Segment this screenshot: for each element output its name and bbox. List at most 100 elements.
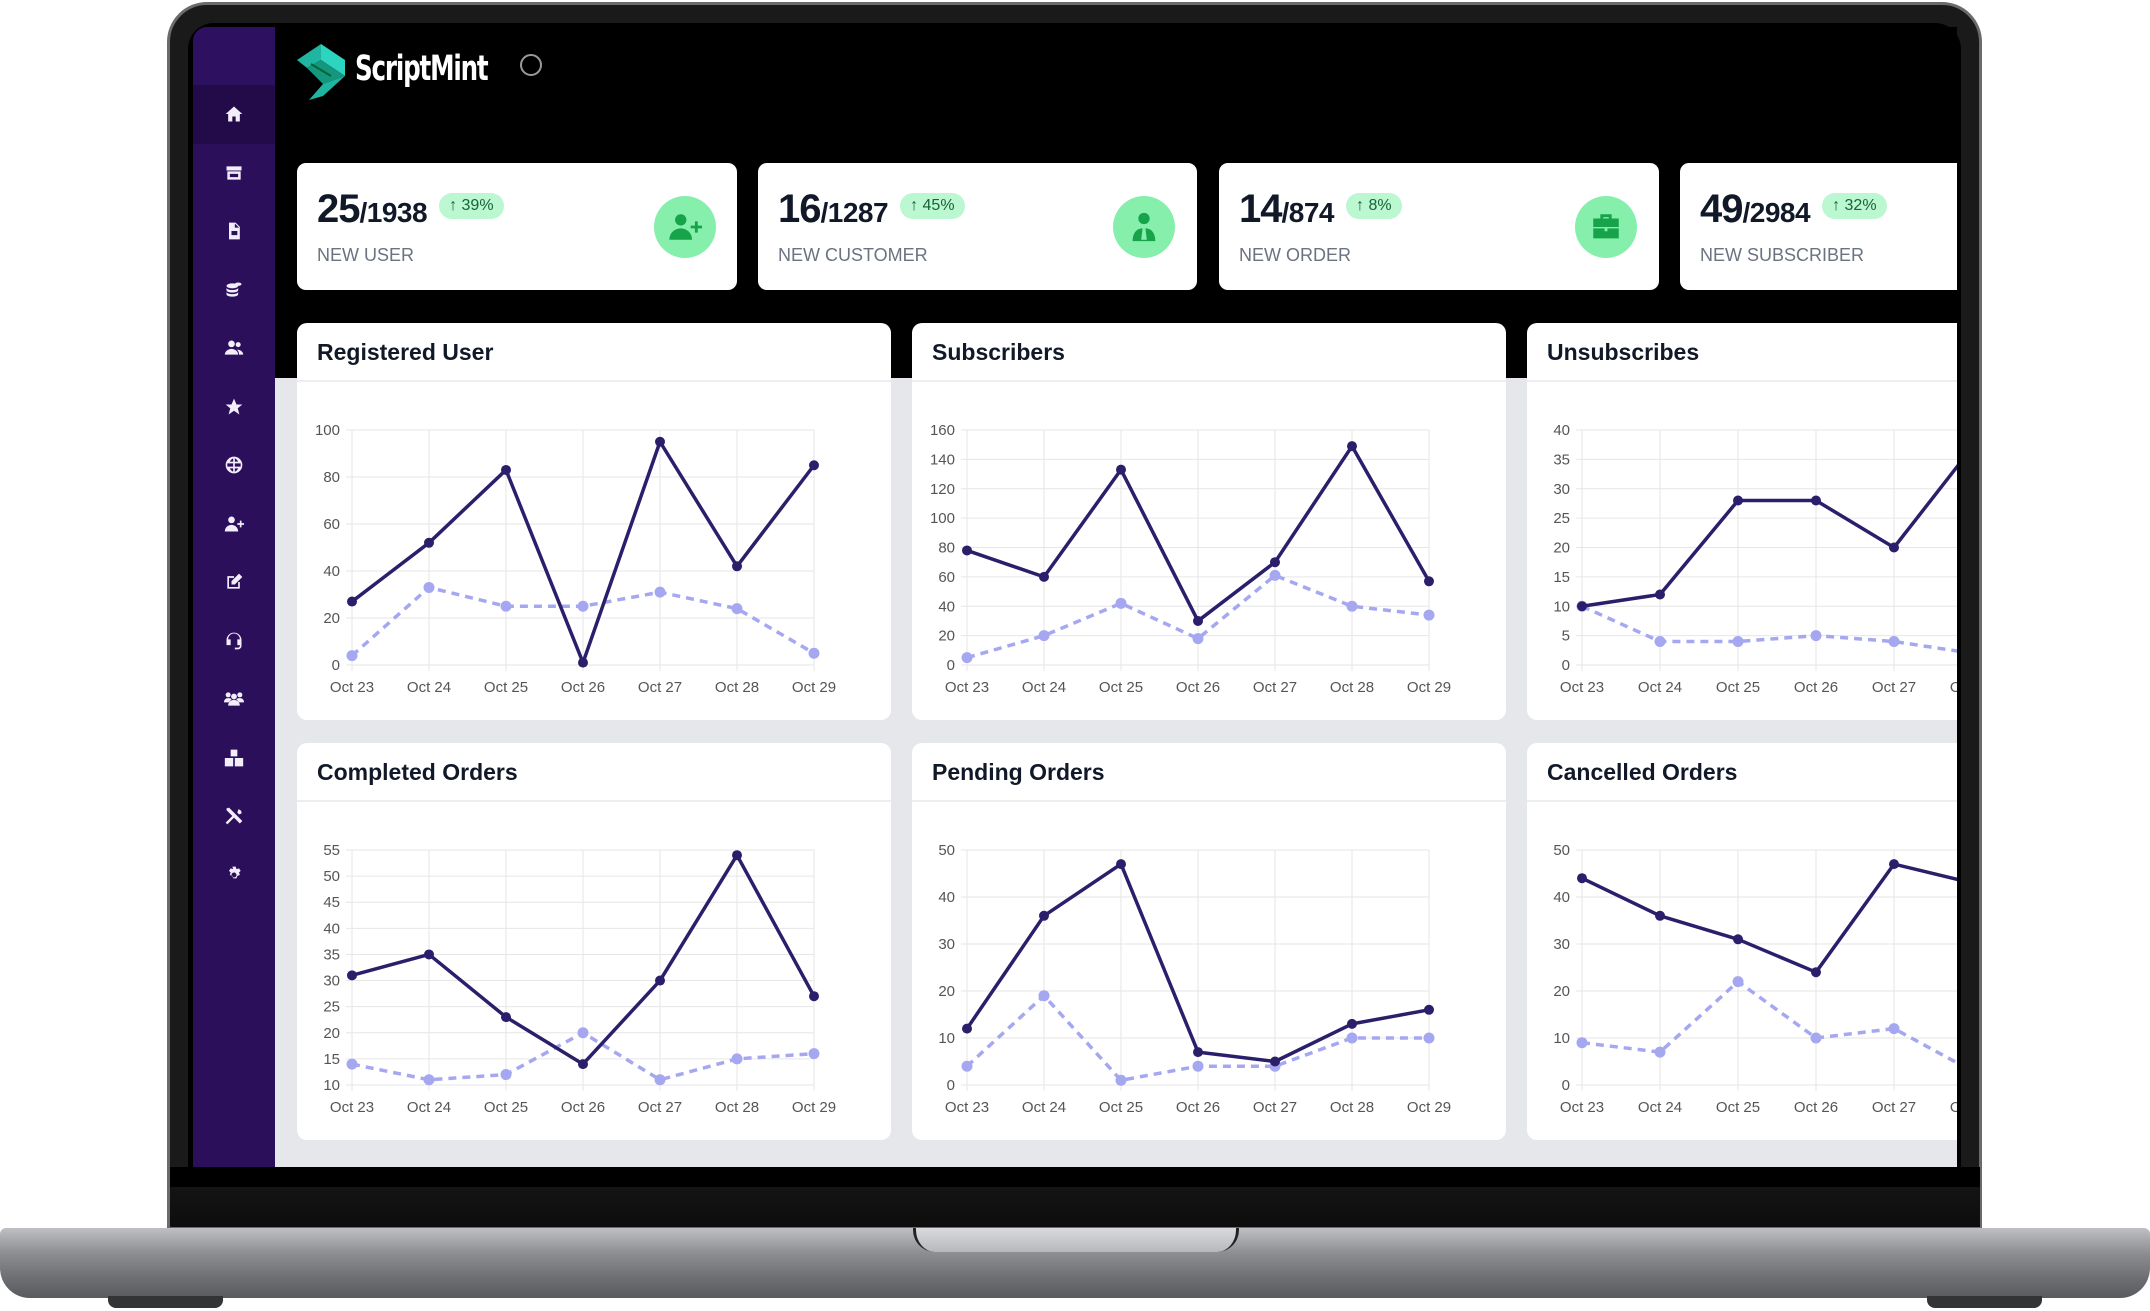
x-tick-label: Oct 24 [1638, 1099, 1682, 1116]
y-tick-label: 30 [323, 973, 340, 990]
x-tick-label: Oct 28 [1330, 1099, 1374, 1116]
y-tick-label: 10 [1553, 598, 1570, 615]
sidebar-item-add-user[interactable] [193, 495, 275, 554]
x-tick-label: Oct 27 [1253, 1099, 1297, 1116]
stat-label: NEW CUSTOMER [778, 245, 928, 265]
sidebar-item-home[interactable] [193, 85, 275, 144]
stat-icon [1575, 196, 1637, 258]
chart-title: Cancelled Orders [1547, 759, 1738, 785]
theme-toggle[interactable] [520, 54, 542, 76]
series-line-secondary [1581, 979, 1957, 1065]
y-tick-label: 20 [1553, 540, 1570, 557]
sidebar-item-settings[interactable] [193, 846, 275, 905]
registered-user-chart: 0 20 40 60 80 100 Oct 23 Oct 24 Oct 25 Oct 26 Oct … [315, 422, 836, 696]
chart-title: Unsubscribes [1547, 339, 1700, 365]
y-tick-label: 120 [930, 481, 955, 498]
x-tick-label: Oct 24 [1022, 679, 1066, 696]
data-point-secondary [1115, 597, 1127, 609]
data-point-primary [1039, 571, 1049, 582]
y-tick-label: 35 [1553, 451, 1570, 468]
sidebar-item-inventory[interactable] [193, 729, 275, 788]
sidebar-item-team[interactable] [193, 670, 275, 729]
y-tick-label: 0 [332, 657, 340, 674]
data-point-secondary [577, 1027, 589, 1039]
stat-value: 49 [1700, 187, 1743, 231]
y-tick-label: 20 [323, 610, 340, 627]
data-point-secondary [1423, 1032, 1435, 1044]
sidebar-item-favorites[interactable] [193, 378, 275, 437]
chart-card-registered-user: Registered User 0 20 40 60 80 100 Oct 23 Oct 24… [297, 323, 891, 720]
x-tick-label: Oct 27 [1872, 1099, 1916, 1116]
y-tick-label: 30 [1553, 481, 1570, 498]
stat-total: /2984 [1742, 197, 1811, 228]
data-point-primary [1039, 910, 1049, 921]
sidebar-item-finance[interactable] [193, 261, 275, 320]
sidebar-item-store[interactable] [193, 144, 275, 203]
x-tick-label: Oct 23 [1560, 1099, 1604, 1116]
sidebar-item-users[interactable] [193, 319, 275, 378]
x-tick-label: Oct 23 [945, 1099, 989, 1116]
stat-card-new-user: 25/1938 ↑ 39% NEW USER [297, 163, 737, 290]
brand-logo[interactable]: ScriptMint [297, 38, 525, 100]
completed-orders-chart: 10 15 20 25 30 35 40 45 50 55 Oct 23 Oct 24 Oct 25 Oc… [323, 842, 836, 1116]
y-tick-label: 20 [938, 983, 955, 1000]
x-tick-label: Oct 23 [330, 679, 374, 696]
chart-title: Pending Orders [932, 759, 1105, 785]
y-tick-label: 50 [938, 842, 955, 859]
chart-card-pending-orders: Pending Orders 0 10 20 30 40 50 Oct 23 Oct 24 Oc… [912, 743, 1506, 1140]
data-point-primary [1193, 1047, 1203, 1058]
chart-title: Completed Orders [317, 759, 518, 785]
x-tick-label: Oct 24 [407, 1099, 451, 1116]
y-tick-label: 80 [323, 469, 340, 486]
series-line-secondary [1581, 604, 1957, 653]
data-point-secondary [654, 1074, 666, 1086]
stat-change-badge: ↑ 39% [439, 192, 504, 219]
sidebar-item-website[interactable] [193, 436, 275, 495]
data-point-primary [347, 596, 357, 607]
laptop-notch [913, 1228, 1239, 1252]
data-point-secondary [1888, 636, 1900, 647]
coins-icon [226, 282, 242, 297]
x-tick-label: Oct 28 [715, 679, 759, 696]
sidebar-item-tools[interactable] [193, 787, 275, 846]
x-tick-label: Oct 25 [1716, 679, 1760, 696]
subscribers-chart: 0 20 40 60 80 100 120 140 160 Oct 23 Oct 24 Oct 25 O… [930, 422, 1451, 696]
data-point-secondary [500, 1069, 512, 1081]
y-tick-label: 0 [1562, 657, 1570, 674]
sidebar-item-documents[interactable] [193, 202, 275, 261]
user-plus-icon [224, 516, 244, 532]
stat-card-new-order: 14/874 ↑ 8% NEW ORDER [1219, 163, 1659, 290]
data-point-secondary [1810, 630, 1822, 642]
y-tick-label: 40 [938, 598, 955, 615]
x-tick-label: Oct 25 [484, 679, 528, 696]
y-tick-label: 0 [1562, 1077, 1570, 1094]
sidebar-item-support[interactable] [193, 612, 275, 671]
chart-title: Subscribers [932, 339, 1065, 365]
data-point-primary [1193, 615, 1203, 626]
y-tick-label: 25 [1553, 510, 1570, 527]
data-point-secondary [1192, 1060, 1204, 1072]
store-icon [226, 166, 242, 180]
stat-card-new-customer: 16/1287 ↑ 45% NEW CUSTOMER [758, 163, 1197, 290]
x-tick-label: Oct 29 [1407, 679, 1451, 696]
data-point-primary [1811, 967, 1821, 978]
x-tick-label: Oct 27 [1253, 679, 1297, 696]
data-point-secondary [1576, 1037, 1588, 1049]
x-tick-label: Oct 28 [1330, 679, 1374, 696]
data-point-primary [1347, 1018, 1357, 1029]
stat-icon [654, 196, 716, 258]
x-tick-label: Oct 28 [1950, 1099, 1957, 1116]
data-point-primary [1116, 464, 1126, 475]
sidebar-item-edit[interactable] [193, 553, 275, 612]
data-point-primary [1655, 910, 1665, 921]
data-point-primary [1733, 495, 1743, 506]
y-tick-label: 0 [947, 657, 955, 674]
data-point-secondary [1732, 976, 1744, 988]
boxes-icon [224, 749, 244, 767]
y-tick-label: 15 [323, 1051, 340, 1068]
data-point-secondary [1888, 1023, 1900, 1035]
scriptmint-logo-icon [297, 44, 345, 100]
stat-change-badge: ↑ 32% [1822, 192, 1887, 219]
stat-change-badge: ↑ 8% [1346, 192, 1402, 219]
stat-total: /1938 [359, 197, 428, 228]
